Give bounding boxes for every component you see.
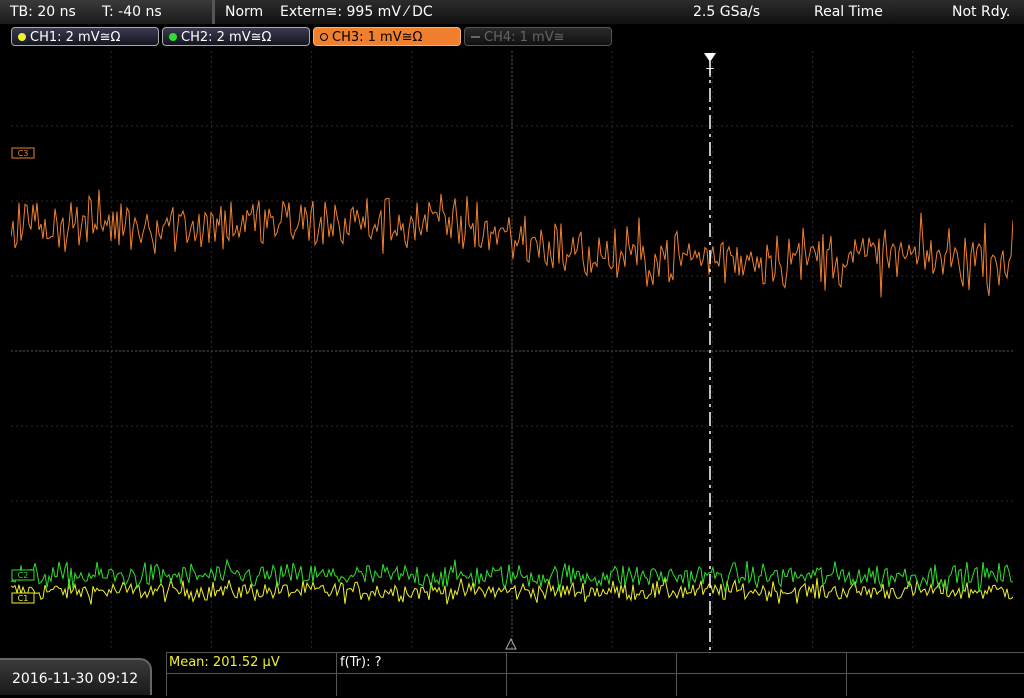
channel-2-label: CH2: 2 mV≅Ω	[181, 30, 272, 45]
measurement-cell[interactable]	[846, 653, 1024, 696]
channel-1-label: CH1: 2 mV≅Ω	[30, 30, 121, 45]
date-time: 2016-11-30 09:12	[0, 658, 152, 695]
trigger-mode[interactable]: Norm	[225, 0, 263, 24]
ch3-marker-label: C3	[18, 149, 29, 158]
channel-3-indicator-icon	[320, 32, 328, 41]
status-bar: TB: 20 ns T: -40 ns Norm Extern≅: 995 mV…	[0, 0, 1024, 24]
waveform-display[interactable]: T C3 C2 C1	[11, 51, 1013, 651]
ch2-marker-label: C2	[18, 571, 29, 580]
channel-3-tab[interactable]: CH3: 1 mV≅Ω	[313, 27, 461, 46]
channel-4-tab[interactable]: CH4: 1 mV≅	[464, 27, 612, 46]
acquisition-mode: Real Time	[814, 4, 883, 20]
sample-rate: 2.5 GSa/s	[693, 4, 761, 20]
measurement-row-divider	[166, 673, 1024, 674]
ch1-marker-label: C1	[18, 594, 29, 603]
trigger-source[interactable]: Extern≅: 995 mV ⁄ DC	[280, 0, 433, 24]
freq-measurement: f(Tr): ?	[340, 655, 382, 670]
channel-1-indicator-icon	[18, 32, 26, 41]
channel-4-indicator-icon	[471, 35, 480, 38]
channel-3-label: CH3: 1 mV≅Ω	[332, 30, 423, 45]
timebase-box[interactable]: TB: 20 ns T: -40 ns	[0, 0, 215, 24]
mean-measurement: Mean: 201.52 µV	[169, 655, 280, 670]
channel-2-tab[interactable]: CH2: 2 mV≅Ω	[162, 27, 310, 46]
channel-bar: CH1: 2 mV≅Ω CH2: 2 mV≅Ω CH3: 1 mV≅Ω CH4:…	[0, 25, 1024, 49]
trigger-time-value: T: -40 ns	[102, 4, 162, 20]
measurement-cell[interactable]	[506, 653, 676, 696]
channel-4-label: CH4: 1 mV≅	[484, 30, 565, 45]
run-state: Not Rdy.	[952, 4, 1011, 20]
timebase-value: TB: 20 ns	[10, 4, 76, 20]
channel-1-tab[interactable]: CH1: 2 mV≅Ω	[11, 27, 159, 46]
channel-2-indicator-icon	[169, 32, 177, 41]
measurement-cell[interactable]	[676, 653, 846, 696]
measurement-table: Mean: 201.52 µV f(Tr): ?	[166, 652, 1024, 696]
trigger-marker-label: T	[705, 66, 714, 80]
